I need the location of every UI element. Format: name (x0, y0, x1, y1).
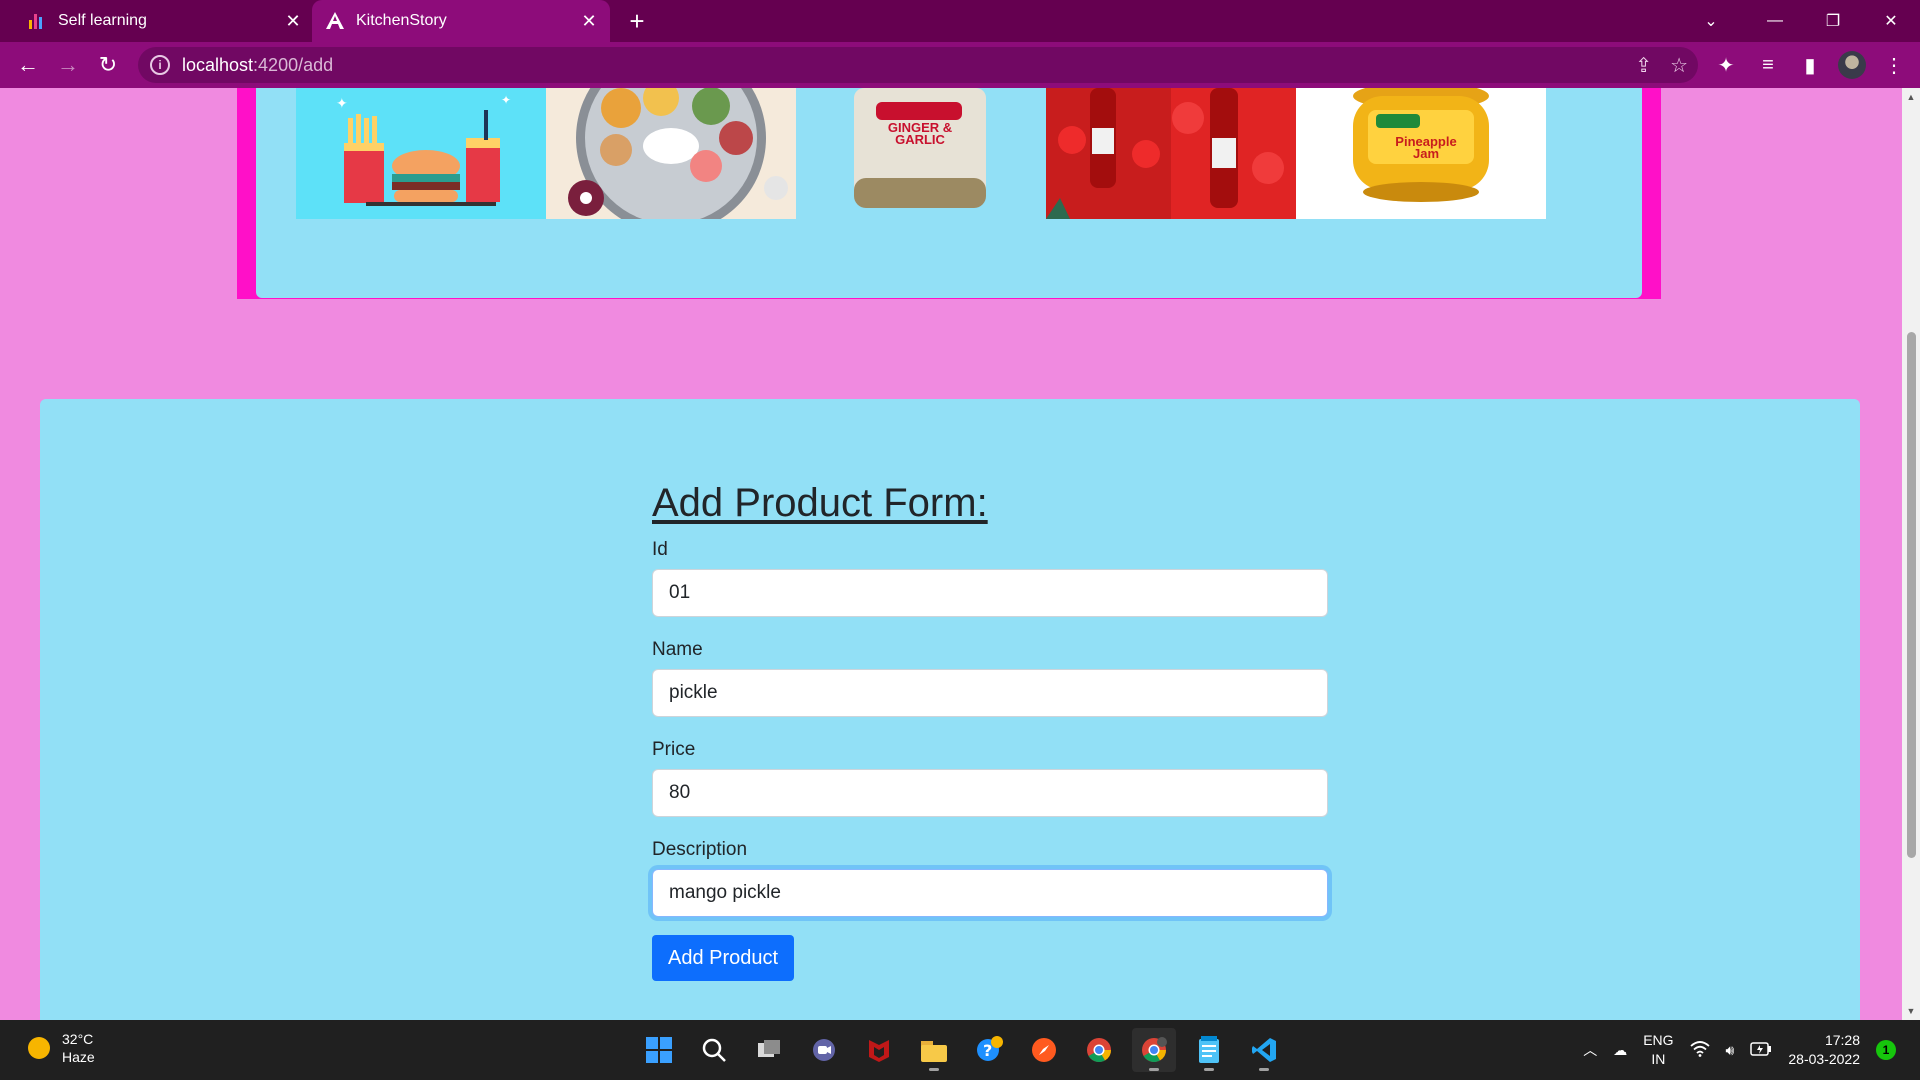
id-label: Id (652, 539, 668, 560)
file-explorer-icon[interactable] (912, 1028, 956, 1072)
svg-text:✦: ✦ (336, 95, 348, 111)
taskbar-apps: ? (637, 1028, 1286, 1072)
compass-app-icon[interactable] (1022, 1028, 1066, 1072)
windows-start-icon[interactable] (637, 1028, 681, 1072)
notification-badge[interactable]: 1 (1876, 1040, 1896, 1060)
svg-text:✦: ✦ (501, 93, 511, 107)
menu-kebab-icon[interactable]: ⋮ (1880, 51, 1908, 79)
battery-icon[interactable] (1750, 1041, 1772, 1059)
weather-widget[interactable]: 32°C Haze (28, 1030, 95, 1066)
site-info-icon[interactable]: i (150, 55, 170, 75)
id-field-group: Id (652, 535, 1328, 617)
tab-self-learning[interactable]: Self learning ✕ (14, 0, 314, 42)
running-indicator (1259, 1068, 1269, 1071)
product-gallery: ✦ ✦ GINGER & GARLIC Pineapple Jam (296, 88, 1546, 219)
name-input[interactable] (652, 669, 1328, 717)
description-field-group: Description (652, 835, 1328, 917)
side-panel-icon[interactable]: ▮ (1796, 51, 1824, 79)
scrollbar-thumb[interactable] (1907, 332, 1916, 858)
url-text: localhost:4200/add (182, 54, 334, 75)
weather-description: Haze (62, 1049, 95, 1065)
sun-haze-icon (28, 1037, 50, 1059)
name-field-group: Name (652, 635, 1328, 717)
help-icon[interactable]: ? (967, 1028, 1011, 1072)
clock[interactable]: 17:28 28-03-2022 (1788, 1031, 1860, 1069)
search-icon[interactable] (692, 1028, 736, 1072)
price-input[interactable] (652, 769, 1328, 817)
scroll-down-arrow-icon[interactable]: ▼ (1906, 1006, 1916, 1016)
price-field-group: Price (652, 735, 1328, 817)
svg-text:?: ? (983, 1041, 992, 1060)
address-bar[interactable]: i localhost:4200/add ⇪ ☆ (138, 47, 1698, 83)
running-indicator (1149, 1068, 1159, 1071)
description-input[interactable] (652, 869, 1328, 917)
id-input[interactable] (652, 569, 1328, 617)
chrome-profile-icon[interactable] (1132, 1028, 1176, 1072)
angular-icon (324, 10, 346, 32)
browser-tab-bar: Self learning ✕ KitchenStory ✕ + ⌄ — ❐ ✕ (0, 0, 1920, 42)
volume-icon[interactable]: 🔊︎ (1726, 1042, 1735, 1059)
language-indicator[interactable]: ENG IN (1643, 1031, 1673, 1069)
windows-taskbar: 32°C Haze ? ︿ ☁ ENG IN 🔊︎ 17:28 28-03-20… (0, 1020, 1920, 1080)
window-close-icon[interactable]: ✕ (1862, 0, 1920, 42)
tab-kitchenstory[interactable]: KitchenStory ✕ (312, 0, 610, 42)
close-icon[interactable]: ✕ (578, 10, 600, 32)
form-title: Add Product Form: (652, 481, 988, 525)
clock-date: 28-03-2022 (1788, 1051, 1860, 1067)
teams-chat-icon[interactable] (802, 1028, 846, 1072)
minimize-icon[interactable]: — (1746, 0, 1804, 42)
restore-icon[interactable]: ❐ (1804, 0, 1862, 42)
tab-title: Self learning (58, 12, 147, 29)
tab-title: KitchenStory (356, 12, 447, 29)
onedrive-cloud-icon[interactable]: ☁ (1613, 1042, 1627, 1059)
share-icon[interactable]: ⇪ (1635, 53, 1652, 78)
name-label: Name (652, 639, 703, 660)
vscode-icon[interactable] (1242, 1028, 1286, 1072)
back-icon[interactable]: ← (12, 49, 44, 81)
forward-icon[interactable]: → (52, 49, 84, 81)
close-icon[interactable]: ✕ (282, 10, 304, 32)
price-label: Price (652, 739, 696, 760)
ginger-garlic-jar-image: GINGER & GARLIC (796, 88, 1046, 219)
pineapple-jam-image: Pineapple Jam (1296, 88, 1546, 219)
notepad-icon[interactable] (1187, 1028, 1231, 1072)
system-tray: ︿ ☁ ENG IN 🔊︎ 17:28 28-03-2022 1 (1583, 1020, 1896, 1080)
wifi-icon[interactable] (1689, 1040, 1710, 1060)
chrome-icon[interactable] (1077, 1028, 1121, 1072)
fast-food-image: ✦ ✦ (296, 88, 546, 219)
page-viewport: ✦ ✦ GINGER & GARLIC Pineapple Jam Add Pr… (0, 88, 1902, 1020)
thali-image (546, 88, 796, 219)
media-control-icon[interactable]: ≡ (1754, 51, 1782, 79)
running-indicator (1204, 1068, 1214, 1071)
reload-icon[interactable]: ↻ (92, 49, 124, 81)
add-product-card: Add Product Form: Id Name Price Descript… (40, 399, 1860, 1020)
ketchup-image (1046, 88, 1296, 219)
mcafee-icon[interactable] (857, 1028, 901, 1072)
add-product-button[interactable]: Add Product (652, 935, 795, 981)
clock-time: 17:28 (1824, 1032, 1860, 1048)
running-indicator (929, 1068, 939, 1071)
extension-area: ✦ ≡ ▮ ⋮ (1712, 49, 1908, 81)
bar-chart-icon (26, 10, 48, 32)
bookmark-star-icon[interactable]: ☆ (1670, 53, 1688, 78)
scroll-up-arrow-icon[interactable]: ▲ (1906, 92, 1916, 102)
profile-avatar[interactable] (1838, 51, 1866, 79)
new-tab-button[interactable]: + (622, 6, 652, 36)
description-label: Description (652, 839, 748, 860)
page-scrollbar[interactable]: ▲ ▼ (1902, 88, 1920, 1020)
chevron-up-icon[interactable]: ︿ (1583, 1040, 1597, 1060)
extensions-puzzle-icon[interactable]: ✦ (1712, 51, 1740, 79)
task-view-icon[interactable] (747, 1028, 791, 1072)
chevron-down-icon[interactable]: ⌄ (1676, 0, 1746, 42)
weather-temperature: 32°C (62, 1031, 94, 1047)
add-product-form: Add Product Form: Id Name Price Descript… (652, 479, 1328, 981)
window-controls: ⌄ — ❐ ✕ (1676, 0, 1920, 42)
browser-toolbar: ← → ↻ i localhost:4200/add ⇪ ☆ ✦ ≡ ▮ ⋮ (0, 42, 1920, 88)
